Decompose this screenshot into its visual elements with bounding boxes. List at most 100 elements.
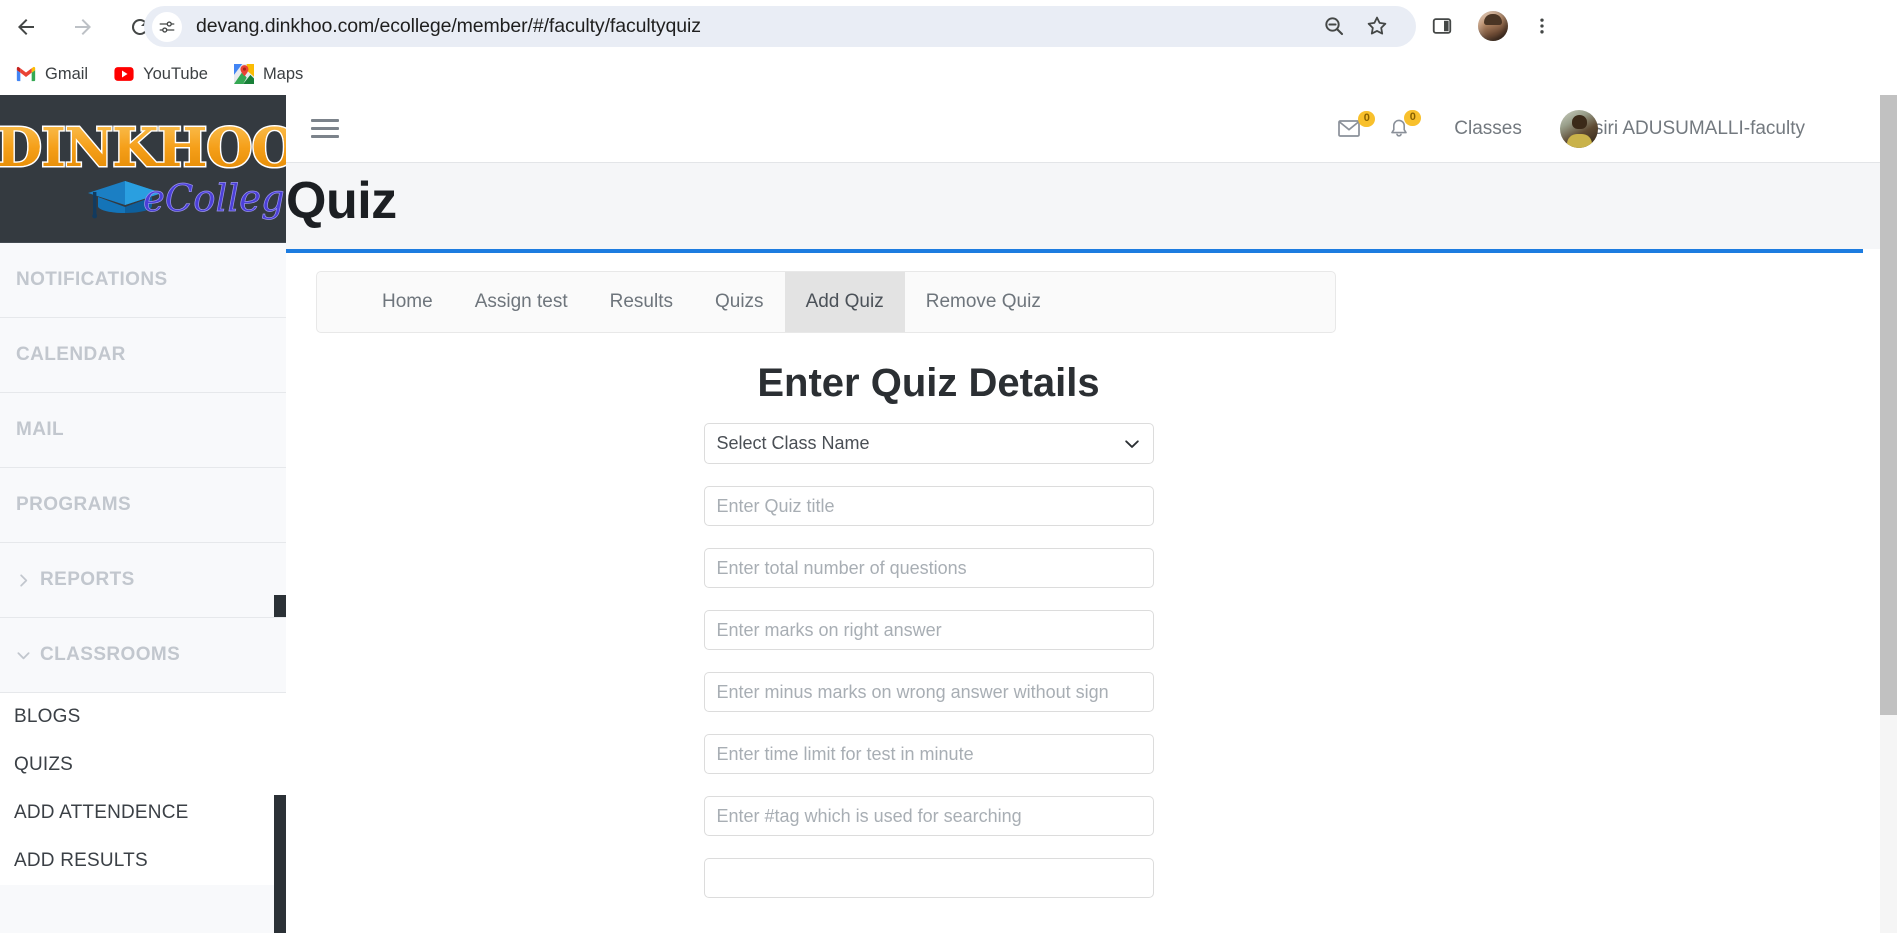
form-row: Enter Quiz title bbox=[286, 486, 1571, 526]
avatar bbox=[1478, 11, 1508, 41]
forward-button[interactable] bbox=[63, 7, 103, 47]
class-name-select-value: Select Class Name bbox=[716, 433, 870, 453]
chrome-profile-button[interactable] bbox=[1473, 6, 1513, 46]
sidebar-item-classrooms[interactable]: CLASSROOMS bbox=[0, 618, 286, 693]
youtube-icon bbox=[114, 67, 134, 81]
url-text[interactable]: devang.dinkhoo.com/ecollege/member/#/fac… bbox=[196, 15, 701, 38]
tabs-bar: Home Assign test Results Quizs Add Quiz … bbox=[316, 271, 1336, 333]
sidebar-subitem-add-attendence[interactable]: ADD ATTENDENCE bbox=[0, 789, 286, 837]
input-placeholder: Enter marks on right answer bbox=[716, 619, 942, 640]
back-button[interactable] bbox=[6, 7, 46, 47]
bookmark-gmail[interactable]: Gmail bbox=[8, 60, 96, 88]
sidebar-item-programs[interactable]: PROGRAMS bbox=[0, 468, 286, 543]
bookmark-youtube[interactable]: YouTube bbox=[106, 60, 216, 88]
maps-icon bbox=[233, 64, 254, 84]
bookmark-label: YouTube bbox=[143, 64, 208, 83]
sidebar-menu: NOTIFICATIONS CALENDAR MAIL PROGRAMS REP… bbox=[0, 243, 286, 885]
sidebar-logo[interactable]: DINKHOO! DINKHOO! eCollege bbox=[0, 95, 286, 243]
tune-icon bbox=[159, 20, 175, 33]
input-placeholder: Enter #tag which is used for searching bbox=[716, 805, 1022, 826]
menu-toggle-button[interactable] bbox=[311, 119, 339, 138]
form-row: Select Class Name bbox=[286, 423, 1571, 464]
zoom-out-button[interactable] bbox=[1314, 6, 1354, 46]
sidebar-scrollbar[interactable] bbox=[274, 95, 286, 933]
chevron-down-icon bbox=[1123, 435, 1141, 458]
logo-sub-text: eCollege bbox=[143, 177, 286, 221]
time-limit-input[interactable]: Enter time limit for test in minute bbox=[703, 734, 1154, 774]
bookmarks-bar: Gmail YouTube Maps bbox=[0, 53, 1897, 95]
avatar bbox=[1559, 110, 1598, 148]
sidebar-subitem-label: ADD RESULTS bbox=[14, 850, 148, 871]
class-name-select[interactable]: Select Class Name bbox=[703, 423, 1154, 464]
sidebar: DINKHOO! DINKHOO! eCollege NOTIFICATIONS… bbox=[0, 95, 286, 933]
sidebar-subitem-label: QUIZS bbox=[14, 754, 74, 775]
hamburger-bar bbox=[311, 127, 339, 130]
quiz-title-input[interactable]: Enter Quiz title bbox=[703, 486, 1154, 526]
chrome-menu-button[interactable] bbox=[1522, 6, 1562, 46]
sidebar-item-label: PROGRAMS bbox=[16, 494, 132, 515]
input-placeholder: Enter minus marks on wrong answer withou… bbox=[716, 681, 1109, 702]
messages-badge: 0 bbox=[1358, 111, 1376, 127]
bookmark-label: Gmail bbox=[45, 64, 89, 83]
app-topbar: 0 0 Classes siri ADUSUMALLI-faculty bbox=[286, 95, 1897, 163]
gmail-icon bbox=[16, 66, 36, 82]
tab-home[interactable]: Home bbox=[361, 272, 454, 332]
main-region: 0 0 Classes siri ADUSUMALLI-faculty Quiz bbox=[286, 95, 1897, 933]
sidebar-item-notifications[interactable]: NOTIFICATIONS bbox=[0, 243, 286, 318]
tab-quizs[interactable]: Quizs bbox=[694, 272, 785, 332]
side-panel-icon bbox=[1432, 18, 1452, 34]
classes-link[interactable]: Classes bbox=[1454, 118, 1522, 140]
browser-chrome: devang.dinkhoo.com/ecollege/member/#/fac… bbox=[0, 0, 1897, 95]
next-field-input[interactable] bbox=[703, 858, 1154, 898]
tab-assign-test[interactable]: Assign test bbox=[454, 272, 589, 332]
more-vertical-icon bbox=[1540, 18, 1544, 34]
page-scrollbar-thumb[interactable] bbox=[1880, 95, 1897, 715]
form-row-partial bbox=[286, 858, 1571, 898]
page-title-bar: Quiz bbox=[286, 163, 1897, 249]
total-questions-input[interactable]: Enter total number of questions bbox=[703, 548, 1154, 588]
site-info-button[interactable] bbox=[152, 11, 182, 42]
sidebar-scrollbar-thumb[interactable] bbox=[274, 595, 286, 617]
input-placeholder: Enter total number of questions bbox=[716, 557, 967, 578]
page-scrollbar[interactable] bbox=[1880, 95, 1897, 933]
notifications-badge: 0 bbox=[1404, 110, 1422, 126]
sidebar-subitem-blogs[interactable]: BLOGS bbox=[0, 693, 286, 741]
sidebar-item-mail[interactable]: MAIL bbox=[0, 393, 286, 468]
sidebar-item-calendar[interactable]: CALENDAR bbox=[0, 318, 286, 393]
form-row: Enter #tag which is used for searching bbox=[286, 796, 1571, 836]
sidebar-item-reports[interactable]: REPORTS bbox=[0, 543, 286, 618]
messages-button[interactable]: 0 bbox=[1338, 111, 1376, 139]
marks-right-answer-input[interactable]: Enter marks on right answer bbox=[703, 610, 1154, 650]
sidebar-item-label: CALENDAR bbox=[16, 344, 126, 365]
zoom-out-icon bbox=[1325, 17, 1344, 36]
minus-marks-wrong-answer-input[interactable]: Enter minus marks on wrong answer withou… bbox=[703, 672, 1154, 712]
form-heading: Enter Quiz Details bbox=[757, 361, 1100, 405]
topbar-actions: 0 0 Classes siri ADUSUMALLI-faculty bbox=[1314, 95, 1805, 163]
tab-add-quiz[interactable]: Add Quiz bbox=[784, 272, 905, 332]
sidebar-item-label: MAIL bbox=[16, 419, 65, 440]
sidebar-subitem-quizs[interactable]: QUIZS bbox=[0, 741, 286, 789]
sidebar-subitem-add-results[interactable]: ADD RESULTS bbox=[0, 837, 286, 885]
content-panel: Home Assign test Results Quizs Add Quiz … bbox=[286, 249, 1863, 933]
hamburger-bar bbox=[311, 119, 339, 122]
star-icon bbox=[1367, 16, 1387, 35]
form-row: Enter total number of questions bbox=[286, 548, 1571, 588]
sidebar-scrollbar-thumb[interactable] bbox=[274, 795, 286, 933]
form-row: Enter minus marks on wrong answer withou… bbox=[286, 672, 1571, 712]
hamburger-bar bbox=[311, 135, 339, 138]
address-bar[interactable]: devang.dinkhoo.com/ecollege/member/#/fac… bbox=[144, 6, 1416, 47]
sidebar-item-label: NOTIFICATIONS bbox=[16, 269, 168, 290]
username-label: siri ADUSUMALLI-faculty bbox=[1593, 118, 1805, 139]
bookmark-button[interactable] bbox=[1357, 6, 1397, 46]
side-panel-button[interactable] bbox=[1422, 6, 1462, 46]
sidebar-subitem-label: ADD ATTENDENCE bbox=[14, 802, 189, 823]
bookmark-maps[interactable]: Maps bbox=[226, 60, 311, 88]
search-tag-input[interactable]: Enter #tag which is used for searching bbox=[703, 796, 1154, 836]
page-title: Quiz bbox=[286, 172, 397, 230]
tab-remove-quiz[interactable]: Remove Quiz bbox=[905, 272, 1062, 332]
forward-arrow-icon bbox=[75, 18, 91, 35]
notifications-button[interactable]: 0 bbox=[1388, 110, 1422, 140]
user-menu[interactable]: siri ADUSUMALLI-faculty bbox=[1559, 110, 1805, 148]
chevron-right-icon bbox=[16, 573, 40, 588]
tab-results[interactable]: Results bbox=[589, 272, 694, 332]
